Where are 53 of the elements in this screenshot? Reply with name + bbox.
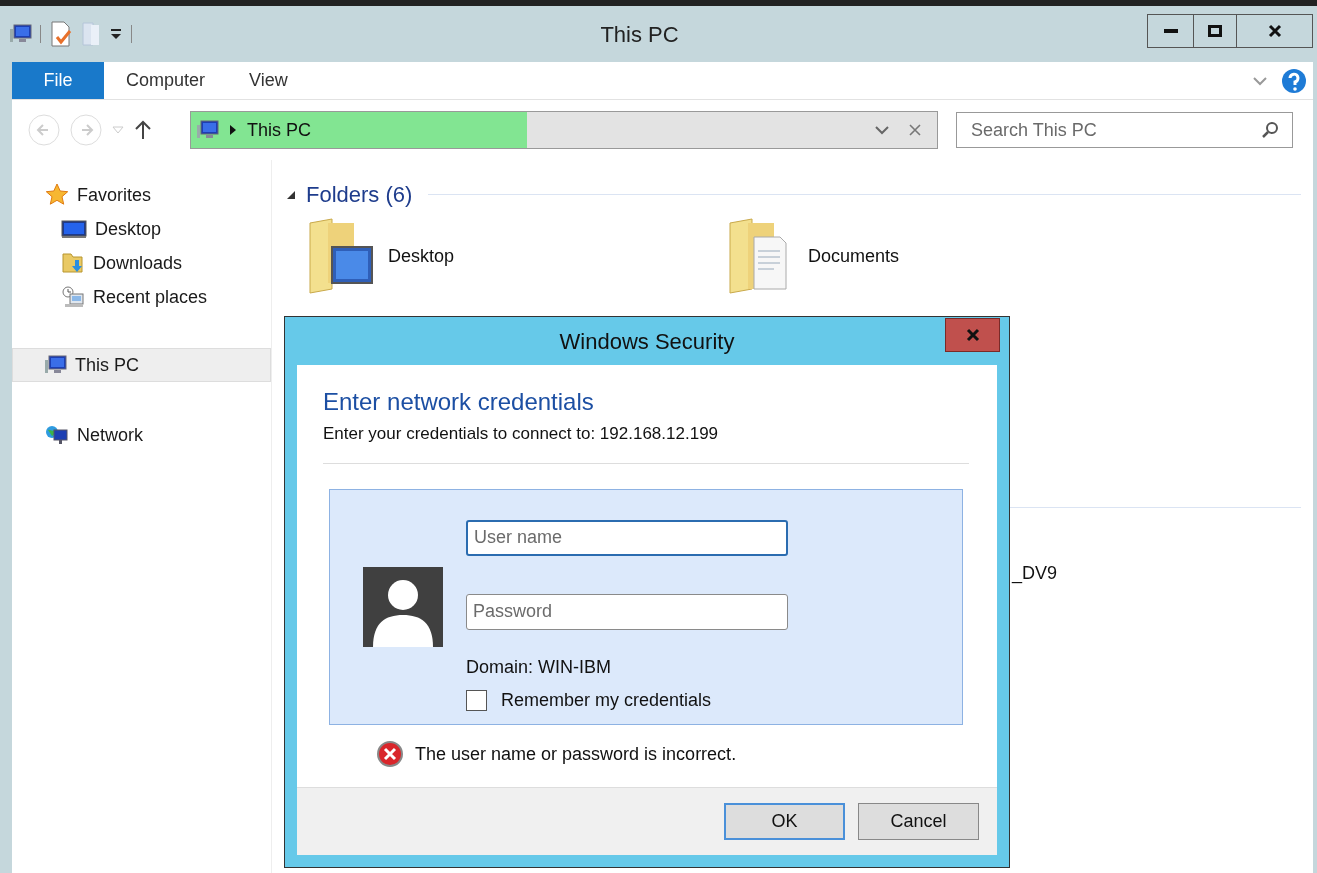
download-folder-icon bbox=[61, 251, 85, 275]
monitor-icon bbox=[61, 219, 87, 239]
address-path[interactable]: This PC bbox=[247, 116, 311, 144]
recent-places-icon bbox=[61, 285, 85, 309]
dialog-button[interactable]: OK bbox=[724, 803, 845, 840]
computer-icon bbox=[10, 24, 32, 44]
sidebar-item[interactable]: Downloads bbox=[12, 246, 271, 280]
sidebar-item[interactable]: Recent places bbox=[12, 280, 271, 314]
computer-icon bbox=[197, 120, 219, 140]
sidebar-item[interactable]: This PC bbox=[12, 348, 271, 382]
address-bar[interactable]: This PC bbox=[190, 111, 938, 149]
search-icon[interactable] bbox=[1261, 121, 1279, 139]
dialog-heading: Enter network credentials bbox=[323, 387, 595, 417]
ribbon-tab[interactable]: File bbox=[12, 62, 104, 99]
dialog-button[interactable]: Cancel bbox=[858, 803, 979, 840]
text-field[interactable]: User name bbox=[466, 519, 788, 556]
dialog-subtitle: Enter your credentials to connect to: 192.168.12.199 bbox=[323, 423, 720, 445]
close-icon bbox=[965, 328, 980, 342]
window-title: This PC bbox=[600, 20, 679, 49]
chevron-down-icon[interactable] bbox=[875, 125, 889, 135]
computer-icon bbox=[45, 355, 67, 375]
help-icon[interactable] bbox=[1281, 67, 1307, 94]
sidebar-item[interactable]: Favorites bbox=[12, 178, 271, 212]
maximize-icon bbox=[1208, 25, 1222, 37]
ribbon-tab[interactable]: Computer bbox=[104, 62, 228, 99]
error-message: The user name or password is incorrect. bbox=[415, 742, 737, 766]
search-field[interactable]: Search This PC bbox=[956, 112, 1293, 148]
dialog-title: Windows Security bbox=[559, 327, 735, 356]
user-avatar-icon bbox=[363, 566, 443, 647]
drive-label: _DV9 bbox=[1012, 563, 1058, 583]
ribbon-tab[interactable]: View bbox=[227, 62, 310, 99]
group-header[interactable]: Folders (6) bbox=[306, 178, 413, 211]
domain-text: Domain: WIN-IBM bbox=[466, 655, 612, 679]
collapse-arrow-icon[interactable] bbox=[286, 189, 296, 200]
checkbox[interactable] bbox=[466, 689, 487, 711]
folder-item[interactable]: Documents bbox=[726, 217, 1146, 295]
error-icon bbox=[377, 741, 403, 767]
network-icon bbox=[45, 424, 69, 446]
up-arrow-icon[interactable] bbox=[134, 120, 152, 140]
remember-checkbox[interactable]: Remember my credentials bbox=[466, 686, 788, 714]
sidebar-item[interactable]: Network bbox=[12, 418, 271, 452]
sidebar-item[interactable]: Desktop bbox=[12, 212, 271, 246]
text-field[interactable]: Password bbox=[466, 593, 788, 630]
close-icon[interactable] bbox=[909, 124, 921, 136]
breadcrumb-arrow-icon[interactable] bbox=[229, 124, 237, 136]
close-icon bbox=[1267, 24, 1282, 38]
properties-icon[interactable] bbox=[49, 21, 73, 47]
customize-toolbar-icon[interactable] bbox=[109, 27, 123, 41]
folder-item[interactable]: Desktop bbox=[306, 217, 726, 295]
desktop-folder-icon bbox=[306, 217, 376, 295]
minimize-icon bbox=[1163, 29, 1178, 33]
chevron-down-icon[interactable] bbox=[1253, 75, 1267, 86]
star-icon bbox=[45, 183, 69, 207]
